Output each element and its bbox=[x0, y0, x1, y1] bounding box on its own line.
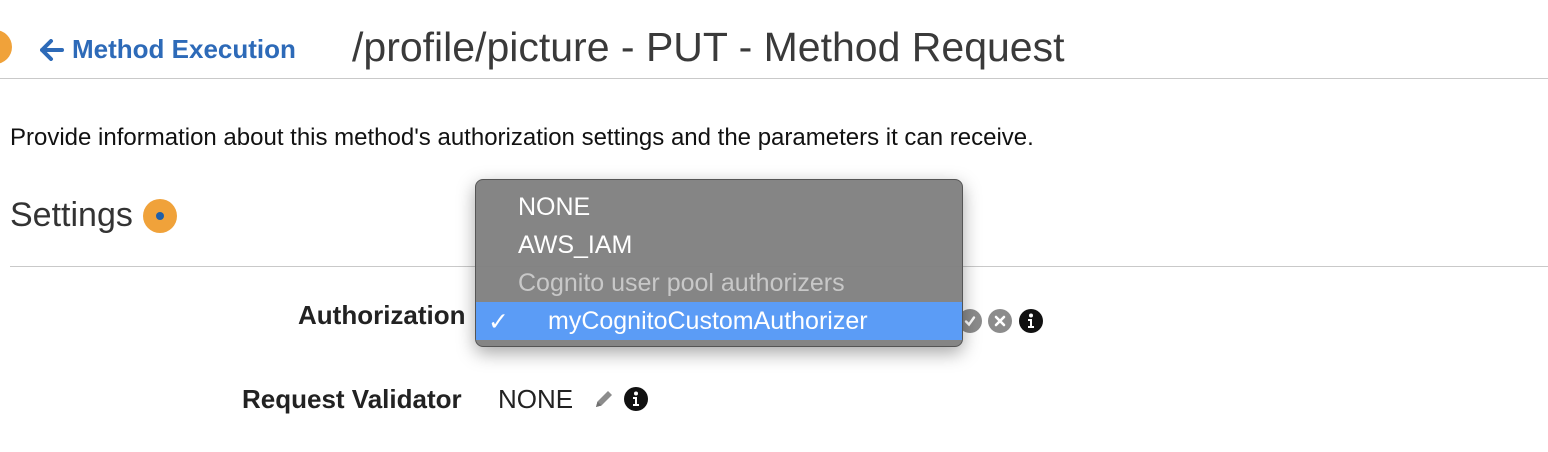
header-divider bbox=[0, 78, 1548, 79]
request-validator-label: Request Validator bbox=[242, 384, 462, 414]
page-title: /profile/picture - PUT - Method Request bbox=[352, 24, 1065, 70]
authorization-label: Authorization bbox=[298, 300, 466, 330]
authorization-dropdown-menu[interactable]: NONE AWS_IAM Cognito user pool authorize… bbox=[475, 179, 963, 347]
dropdown-option-aws-iam[interactable]: AWS_IAM bbox=[476, 226, 962, 264]
dropdown-option-none[interactable]: NONE bbox=[476, 188, 962, 226]
help-dot-icon[interactable] bbox=[0, 30, 12, 64]
arrow-left-icon bbox=[40, 38, 64, 61]
checkmark-icon: ✓ bbox=[488, 308, 509, 336]
back-link-label: Method Execution bbox=[72, 34, 296, 64]
request-validator-value: NONE bbox=[498, 384, 574, 414]
dropdown-group-header: Cognito user pool authorizers bbox=[518, 268, 845, 297]
x-circle-icon[interactable] bbox=[988, 309, 1012, 333]
pencil-icon[interactable] bbox=[592, 387, 616, 411]
page-description: Provide information about this method's … bbox=[10, 124, 1034, 151]
settings-heading: Settings bbox=[10, 196, 177, 235]
info-icon[interactable] bbox=[624, 387, 648, 411]
dropdown-option-label: myCognitoCustomAuthorizer bbox=[548, 306, 868, 335]
help-dot-icon[interactable] bbox=[142, 198, 177, 233]
settings-heading-label: Settings bbox=[10, 196, 133, 234]
info-icon[interactable] bbox=[1019, 309, 1043, 333]
back-to-method-execution-link[interactable]: Method Execution bbox=[40, 34, 296, 65]
dropdown-option-selected[interactable]: ✓ myCognitoCustomAuthorizer bbox=[476, 302, 962, 340]
